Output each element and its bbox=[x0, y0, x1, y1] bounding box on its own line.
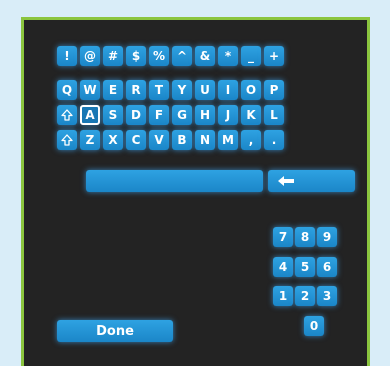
key-p[interactable]: P bbox=[264, 80, 284, 100]
key-i[interactable]: I bbox=[218, 80, 238, 100]
numpad-key-4[interactable]: 4 bbox=[273, 257, 293, 277]
numpad-key-6[interactable]: 6 bbox=[317, 257, 337, 277]
key-f[interactable]: F bbox=[149, 105, 169, 125]
key-o[interactable]: O bbox=[241, 80, 261, 100]
key-s[interactable]: S bbox=[103, 105, 123, 125]
key-y[interactable]: Y bbox=[172, 80, 192, 100]
numpad-key-9[interactable]: 9 bbox=[317, 227, 337, 247]
key-exclamation[interactable]: ! bbox=[57, 46, 77, 66]
key-a[interactable]: A bbox=[80, 105, 100, 125]
key-plus[interactable]: + bbox=[264, 46, 284, 66]
key-at[interactable]: @ bbox=[80, 46, 100, 66]
numpad-key-7[interactable]: 7 bbox=[273, 227, 293, 247]
numpad-key-3[interactable]: 3 bbox=[317, 286, 337, 306]
key-underscore[interactable]: _ bbox=[241, 46, 261, 66]
space-bar[interactable] bbox=[86, 170, 263, 192]
backspace-button[interactable] bbox=[268, 170, 355, 192]
key-dollar[interactable]: $ bbox=[126, 46, 146, 66]
key-v[interactable]: V bbox=[149, 130, 169, 150]
key-u[interactable]: U bbox=[195, 80, 215, 100]
key-w[interactable]: W bbox=[80, 80, 100, 100]
key-c[interactable]: C bbox=[126, 130, 146, 150]
done-button[interactable]: Done bbox=[57, 320, 173, 342]
key-n[interactable]: N bbox=[195, 130, 215, 150]
key-d[interactable]: D bbox=[126, 105, 146, 125]
key-caret[interactable]: ^ bbox=[172, 46, 192, 66]
key-b[interactable]: B bbox=[172, 130, 192, 150]
key-percent[interactable]: % bbox=[149, 46, 169, 66]
key-m[interactable]: M bbox=[218, 130, 238, 150]
key-h[interactable]: H bbox=[195, 105, 215, 125]
backspace-arrow-icon bbox=[278, 176, 294, 186]
key-q[interactable]: Q bbox=[57, 80, 77, 100]
key-t[interactable]: T bbox=[149, 80, 169, 100]
key-hash[interactable]: # bbox=[103, 46, 123, 66]
key-asterisk[interactable]: * bbox=[218, 46, 238, 66]
key-comma[interactable]: , bbox=[241, 130, 261, 150]
shift-arrow-icon bbox=[61, 134, 73, 146]
key-period[interactable]: . bbox=[264, 130, 284, 150]
numpad-key-0[interactable]: 0 bbox=[304, 316, 324, 336]
key-e[interactable]: E bbox=[103, 80, 123, 100]
shift-arrow-icon bbox=[61, 109, 73, 121]
numpad-key-2[interactable]: 2 bbox=[295, 286, 315, 306]
numpad-key-5[interactable]: 5 bbox=[295, 257, 315, 277]
numpad-key-1[interactable]: 1 bbox=[273, 286, 293, 306]
key-k[interactable]: K bbox=[241, 105, 261, 125]
shift-key-lower[interactable] bbox=[57, 130, 77, 150]
key-ampersand[interactable]: & bbox=[195, 46, 215, 66]
key-l[interactable]: L bbox=[264, 105, 284, 125]
shift-key-upper[interactable] bbox=[57, 105, 77, 125]
key-g[interactable]: G bbox=[172, 105, 192, 125]
numpad-key-8[interactable]: 8 bbox=[295, 227, 315, 247]
key-x[interactable]: X bbox=[103, 130, 123, 150]
keyboard-panel: ! @ # $ % ^ & * _ + Q W E R T Y U I O P … bbox=[21, 17, 370, 366]
key-j[interactable]: J bbox=[218, 105, 238, 125]
key-r[interactable]: R bbox=[126, 80, 146, 100]
key-z[interactable]: Z bbox=[80, 130, 100, 150]
